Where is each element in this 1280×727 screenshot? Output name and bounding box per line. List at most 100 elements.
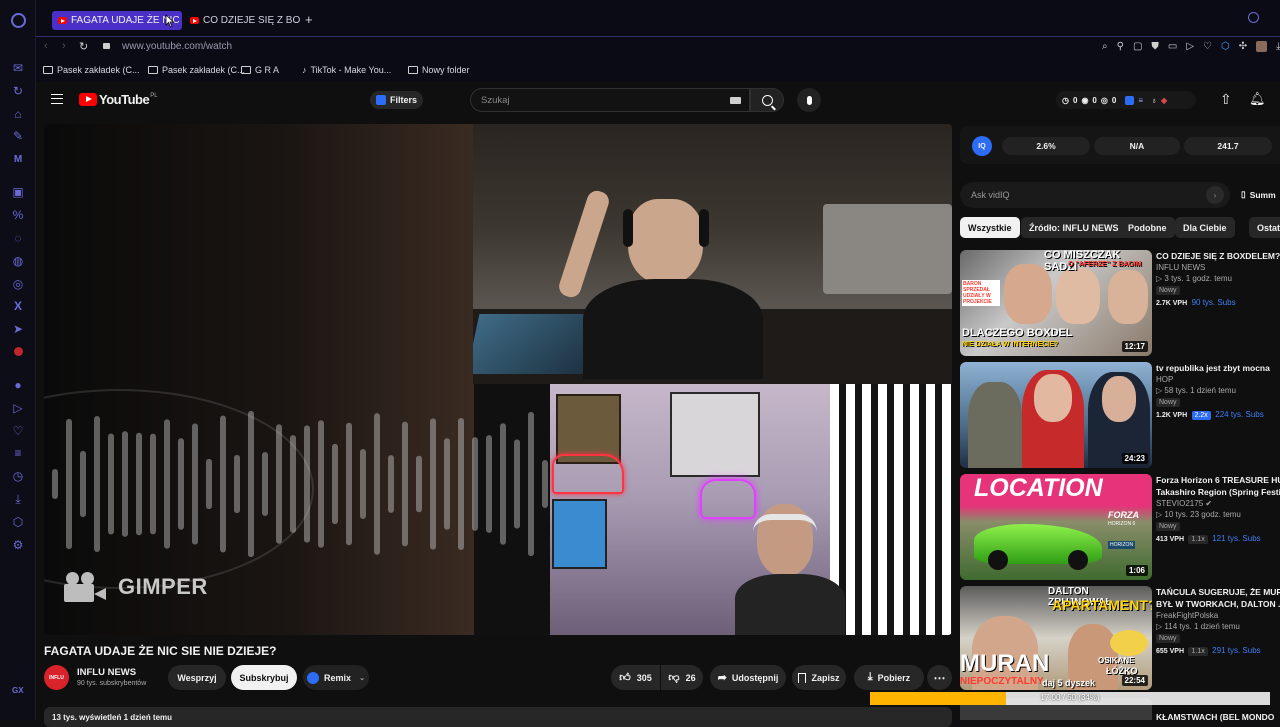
puzzle-icon[interactable]: ✣	[1239, 41, 1247, 52]
voice-search-button[interactable]	[797, 88, 821, 112]
waveform-bar	[360, 449, 366, 519]
badge-icon[interactable]	[11, 344, 25, 358]
recommendation-channel[interactable]: FreakFightPolska	[1156, 611, 1280, 620]
back-icon[interactable]: ‹	[44, 40, 48, 52]
recommendation-title[interactable]: KŁAMSTWACH (BEL MONDO	[1156, 712, 1274, 722]
search-button[interactable]	[750, 88, 784, 112]
x-icon[interactable]: X	[11, 299, 25, 313]
stats-pill[interactable]: ◷ 0 ◉ 0 ◎ 0 ≡ ♁ ◈	[1056, 91, 1196, 109]
recommendation-title[interactable]: TAŃCULA SUGERUJE, ŻE MURA	[1156, 586, 1280, 598]
bookmark-folder[interactable]: G R A	[241, 65, 279, 75]
recommendation-channel[interactable]: HOP	[1156, 375, 1280, 384]
donation-goal-overlay: daj 5 dyszek 17.00 / 50 (34%)	[870, 678, 1270, 710]
chip-recent[interactable]: Ostatnie	[1249, 217, 1280, 238]
mouse-cursor-icon	[165, 14, 175, 28]
waveform-bar	[318, 420, 324, 548]
recommendation-thumbnail[interactable]: DALTON ZRUJNOWAŁ APARTAMENT? MURAN NIEPO…	[960, 586, 1152, 690]
notifications-icon[interactable]: 🔔︎	[1249, 91, 1266, 107]
youtube-logo[interactable]: YouTube PL	[79, 92, 158, 107]
pencil-icon[interactable]: ✎	[11, 129, 25, 143]
upload-icon[interactable]: ⇧	[1220, 91, 1232, 108]
history-icon[interactable]: ◷	[11, 469, 25, 483]
chip-all[interactable]: Wszystkie	[960, 217, 1020, 238]
recommendation-thumbnail[interactable]: CO MISZCZAK SADZI O "AFERZE" Z BAGIM BAR…	[960, 250, 1152, 356]
recommendation-title[interactable]: CO DZIEJE SIĘ Z BOXDELEM?	[1156, 250, 1280, 262]
chat-icon[interactable]: ◌	[11, 231, 25, 245]
messenger-icon[interactable]: ✉	[11, 61, 25, 75]
zoom-icon[interactable]: ⌕	[1102, 41, 1108, 52]
download-icon[interactable]: ⤓	[11, 492, 25, 506]
bookmark-folder[interactable]: Nowy folder	[408, 65, 470, 75]
bookmark-tiktok[interactable]: ♪ TikTok - Make You...	[302, 65, 391, 75]
video-title: FAGATA UDAJE ŻE NIC SIE NIE DZIEJE?	[44, 644, 277, 658]
chip-source[interactable]: Źródło: INFLU NEWS	[1021, 217, 1127, 238]
reload-icon[interactable]: ↻	[79, 40, 88, 53]
bookmark-folder[interactable]: Pasek zakładek (C...	[148, 65, 245, 75]
discord-icon[interactable]: ◍	[11, 254, 25, 268]
search-input[interactable]: Szukaj	[481, 95, 510, 106]
instagram-icon[interactable]: ◎	[11, 277, 25, 291]
twitch-icon[interactable]: ▣	[11, 185, 25, 199]
tab-2[interactable]: CO DZIEJE SIĘ Z BOXDELE	[184, 11, 300, 30]
heart-icon[interactable]: ♡	[11, 424, 25, 438]
channel-name[interactable]: INFLU NEWS	[77, 667, 136, 678]
save-button[interactable]: Zapisz	[792, 665, 846, 690]
chip-similar[interactable]: Podobne	[1120, 217, 1175, 238]
recommendation-thumbnail[interactable]: 24:23	[960, 362, 1152, 468]
percent-icon[interactable]: %	[11, 208, 25, 222]
filters-button[interactable]: Filters	[370, 91, 424, 109]
forward-icon[interactable]: ›	[62, 40, 66, 52]
refresh-icon[interactable]: ↻	[11, 84, 25, 98]
new-badge: Nowy	[1156, 634, 1180, 643]
summary-button[interactable]: ▯ Summ	[1241, 189, 1276, 200]
support-button[interactable]: Wesprzyj	[168, 665, 226, 690]
waveform-bar	[402, 421, 408, 547]
heart-icon[interactable]: ♡	[1203, 41, 1212, 52]
recommendation-channel[interactable]: INFLU NEWS	[1156, 263, 1280, 272]
remix-button[interactable]: Remix ⌄	[303, 665, 369, 690]
m-icon[interactable]: M	[11, 152, 25, 166]
menu-icon[interactable]	[51, 94, 63, 104]
wallet-icon[interactable]: ▭	[1168, 41, 1177, 52]
settings-icon[interactable]: ⚙	[11, 538, 25, 552]
recommendation-title[interactable]: Forza Horizon 6 TREASURE HUN	[1156, 474, 1280, 486]
like-button[interactable]: 👍︎ 305	[611, 665, 660, 690]
description-box[interactable]: 13 tys. wyświetleń 1 dzień temu	[44, 707, 952, 727]
chip-for-you[interactable]: Dla Ciebie	[1175, 217, 1235, 238]
opera-logo-icon[interactable]	[11, 13, 26, 28]
waveform-bar	[416, 455, 422, 513]
record-frame	[670, 392, 760, 477]
ask-vidiq-input[interactable]: Ask vidIQ ›	[960, 182, 1230, 208]
subscribe-button[interactable]: Subskrybuj	[231, 665, 297, 690]
video-player[interactable]: GIMPER	[44, 124, 952, 635]
keyboard-icon[interactable]	[730, 97, 741, 104]
snapshot-icon[interactable]: ▢	[1133, 41, 1142, 52]
tab-active[interactable]: FAGATA UDAJE ŻE NIC ✕	[52, 11, 182, 30]
new-tab-icon[interactable]: +	[305, 12, 313, 27]
url-field[interactable]: www.youtube.com/watch	[122, 41, 232, 52]
recommendation-title[interactable]: tv republika jest zbyt mocna	[1156, 362, 1280, 374]
gx-badge[interactable]: GX	[12, 686, 24, 695]
send-icon[interactable]: ›	[1206, 186, 1224, 204]
download-icon[interactable]: ⤓	[1276, 41, 1280, 52]
ai-icon[interactable]: ⌂	[11, 107, 25, 121]
channel-avatar[interactable]: INFLU	[44, 665, 69, 690]
extensions-icon[interactable]: ⬡	[11, 515, 25, 529]
webcam-top	[473, 124, 952, 384]
profile-avatar[interactable]	[1256, 41, 1268, 52]
player-icon[interactable]: ▷	[1186, 41, 1194, 52]
recommendation-channel[interactable]: STEVIO2175	[1156, 499, 1203, 508]
music-icon[interactable]: ●	[11, 378, 25, 392]
share-button[interactable]: ➦ Udostępnij	[710, 665, 786, 690]
recommendation-thumbnail[interactable]: LOCATION FORZA HORIZON 6 HORIZON 1:06	[960, 474, 1152, 580]
search-box[interactable]: Szukaj	[470, 88, 750, 112]
shield-icon[interactable]: ⛊	[1151, 41, 1159, 52]
extensions-icon[interactable]: ⬡	[1221, 41, 1230, 52]
telegram-icon[interactable]: ➤	[11, 322, 25, 336]
dislike-button[interactable]: 👎︎ 26	[661, 665, 703, 690]
bookmark-folder[interactable]: Pasek zakładek (C...	[43, 65, 140, 75]
list-icon[interactable]: ≡	[11, 446, 25, 460]
play-icon[interactable]: ▷	[11, 401, 25, 415]
pin-icon[interactable]: ⚲	[1117, 41, 1124, 52]
search-tabs-icon[interactable]	[1248, 12, 1259, 23]
